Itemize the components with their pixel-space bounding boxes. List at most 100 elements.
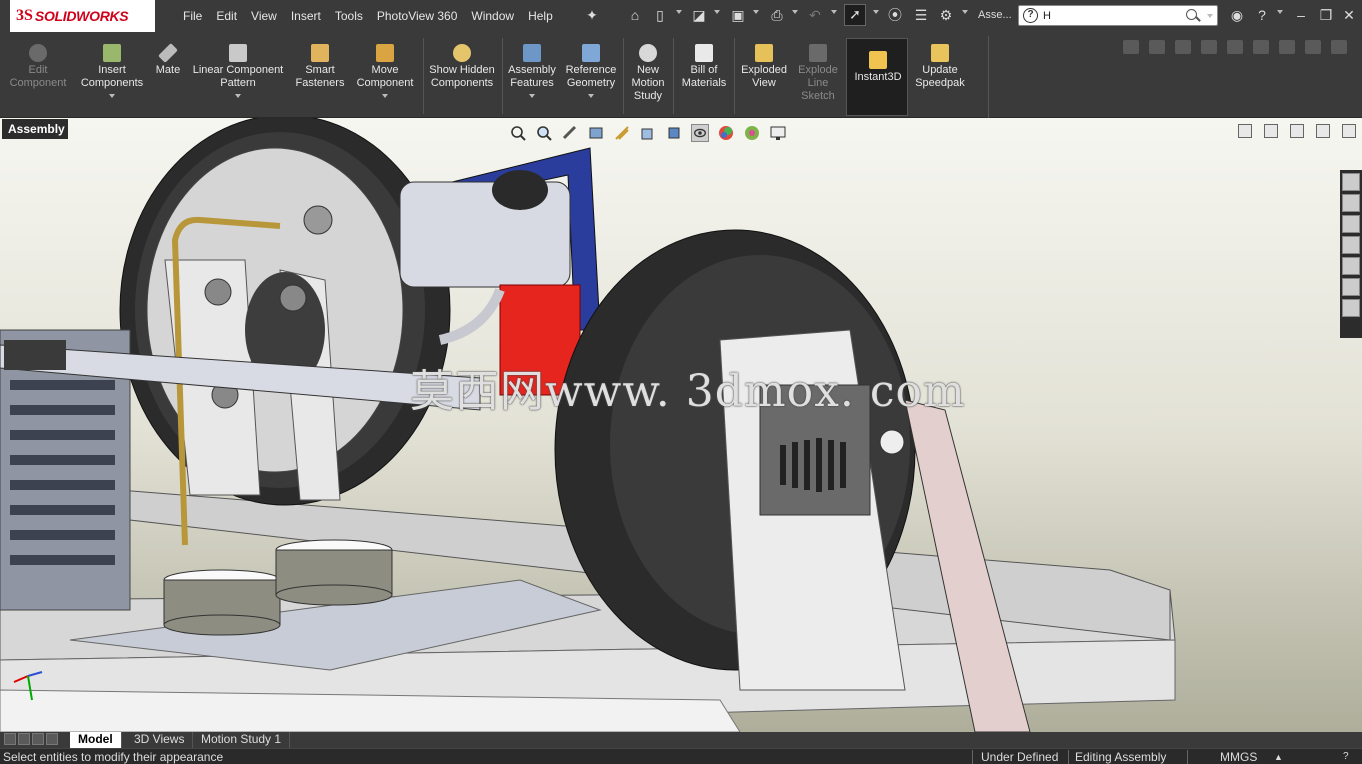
reference-geometry-button[interactable]: Reference Geometry (562, 44, 620, 98)
tool-icon[interactable] (1149, 40, 1165, 54)
section-view-icon[interactable] (587, 124, 605, 142)
help-dropdown-icon[interactable] (1277, 10, 1283, 14)
assembly-tab[interactable]: Assembly (2, 119, 68, 139)
view-settings-icon[interactable] (769, 124, 787, 142)
last-tab-icon[interactable] (46, 733, 58, 745)
edit-component-button[interactable]: Edit Component (4, 44, 72, 90)
file-properties-icon[interactable]: ☰ (912, 6, 930, 24)
print-icon[interactable]: ⎙ (768, 6, 786, 24)
file-explorer-icon[interactable] (1342, 215, 1360, 233)
undo-dropdown-icon[interactable] (831, 10, 837, 14)
tool-icon[interactable] (1279, 40, 1295, 54)
rebuild-traffic-light-icon[interactable]: ⦿ (886, 6, 904, 24)
explode-line-sketch-button[interactable]: Explode Line Sketch (794, 44, 842, 103)
viewport-close-icon[interactable] (1342, 124, 1356, 138)
open-icon[interactable]: ◪ (690, 6, 708, 24)
viewport-prev-icon[interactable] (1238, 124, 1252, 138)
solidworks-logo[interactable]: 3S SOLIDWORKS (10, 0, 155, 32)
options-gear-icon[interactable]: ⚙ (937, 6, 955, 24)
show-hidden-components-button[interactable]: Show Hidden Components (426, 44, 498, 90)
move-component-button[interactable]: Move Component (352, 44, 418, 98)
custom-properties-icon[interactable] (1342, 278, 1360, 296)
viewport-minimize-icon[interactable] (1290, 124, 1304, 138)
solidworks-resources-icon[interactable] (1342, 173, 1360, 191)
dynamic-annotation-icon[interactable] (613, 124, 631, 142)
new-document-icon[interactable]: ▯ (651, 6, 669, 24)
linear-pattern-dropdown-icon[interactable] (235, 94, 241, 98)
zoom-to-fit-icon[interactable] (509, 124, 527, 142)
search-context-label[interactable]: Asse... (978, 9, 1012, 21)
search-icon[interactable] (1186, 9, 1197, 20)
smart-fasteners-button[interactable]: Smart Fasteners (292, 44, 348, 90)
update-speedpak-button[interactable]: Update Speedpak (910, 44, 970, 90)
menu-file[interactable]: File (176, 9, 209, 23)
menu-view[interactable]: View (244, 9, 284, 23)
prev-tab-icon[interactable] (18, 733, 30, 745)
tool-icon[interactable] (1253, 40, 1269, 54)
tool-icon[interactable] (1227, 40, 1243, 54)
tab-3d-views[interactable]: 3D Views (126, 732, 194, 748)
viewport-restore-icon[interactable] (1316, 124, 1330, 138)
tab-motion-study-1[interactable]: Motion Study 1 (193, 732, 291, 748)
exploded-view-button[interactable]: Exploded View (736, 44, 792, 90)
design-library-icon[interactable] (1342, 194, 1360, 212)
reference-geometry-dropdown-icon[interactable] (588, 94, 594, 98)
insert-components-dropdown-icon[interactable] (109, 94, 115, 98)
new-dropdown-icon[interactable] (676, 10, 682, 14)
new-motion-study-button[interactable]: New Motion Study (625, 44, 671, 103)
mate-button[interactable]: Mate (150, 43, 186, 77)
select-pointer-icon[interactable]: ➚ (844, 4, 866, 26)
status-help-icon[interactable]: ? (1343, 751, 1349, 762)
tool-icon[interactable] (1175, 40, 1191, 54)
assembly-features-dropdown-icon[interactable] (529, 94, 535, 98)
edit-appearance-icon[interactable] (717, 124, 735, 142)
solidworks-forum-icon[interactable] (1342, 299, 1360, 317)
tool-icon[interactable] (1201, 40, 1217, 54)
home-icon[interactable]: ⌂ (626, 6, 644, 24)
undo-icon[interactable]: ↶ (806, 6, 824, 24)
menu-tools[interactable]: Tools (328, 9, 370, 23)
display-style-icon[interactable] (665, 124, 683, 142)
move-component-dropdown-icon[interactable] (382, 94, 388, 98)
restore-window-icon[interactable]: ❐ (1317, 6, 1335, 24)
options-dropdown-icon[interactable] (962, 10, 968, 14)
menu-window[interactable]: Window (464, 9, 521, 23)
first-tab-icon[interactable] (4, 733, 16, 745)
next-tab-icon[interactable] (32, 733, 44, 745)
menu-help[interactable]: Help (521, 9, 560, 23)
view-palette-icon[interactable] (1342, 236, 1360, 254)
tool-icon[interactable] (1305, 40, 1321, 54)
minimize-window-icon[interactable]: – (1292, 6, 1310, 24)
graphics-area[interactable] (0, 118, 1362, 732)
assembly-features-button[interactable]: Assembly Features (504, 44, 560, 98)
viewport-next-icon[interactable] (1264, 124, 1278, 138)
save-dropdown-icon[interactable] (753, 10, 759, 14)
user-account-icon[interactable]: ◉ (1228, 6, 1246, 24)
instant3d-button[interactable]: Instant3D (846, 38, 908, 116)
bill-of-materials-button[interactable]: Bill of Materials (676, 44, 732, 90)
previous-view-icon[interactable] (561, 124, 579, 142)
menu-photoview[interactable]: PhotoView 360 (370, 9, 465, 23)
select-dropdown-icon[interactable] (873, 10, 879, 14)
tool-icon[interactable] (1331, 40, 1347, 54)
search-box[interactable]: ? (1018, 5, 1218, 26)
save-icon[interactable]: ▣ (729, 6, 747, 24)
tool-icon[interactable] (1123, 40, 1139, 54)
view-orientation-icon[interactable] (639, 124, 657, 142)
status-units[interactable]: MMGS (1220, 750, 1257, 764)
pin-icon[interactable]: ✦ (583, 6, 601, 24)
units-dropdown-icon[interactable]: ▲ (1274, 752, 1283, 762)
linear-component-pattern-button[interactable]: Linear Component Pattern (188, 44, 288, 98)
hide-show-items-icon[interactable] (691, 124, 709, 142)
appearances-icon[interactable] (1342, 257, 1360, 275)
menu-insert[interactable]: Insert (284, 9, 328, 23)
open-dropdown-icon[interactable] (714, 10, 720, 14)
menu-edit[interactable]: Edit (209, 9, 244, 23)
help-icon[interactable]: ? (1253, 6, 1271, 24)
insert-components-button[interactable]: Insert Components (76, 44, 148, 98)
print-dropdown-icon[interactable] (792, 10, 798, 14)
close-window-icon[interactable]: ✕ (1340, 6, 1358, 24)
apply-scene-icon[interactable] (743, 124, 761, 142)
zoom-to-area-icon[interactable] (535, 124, 553, 142)
tab-model[interactable]: Model (70, 732, 122, 748)
